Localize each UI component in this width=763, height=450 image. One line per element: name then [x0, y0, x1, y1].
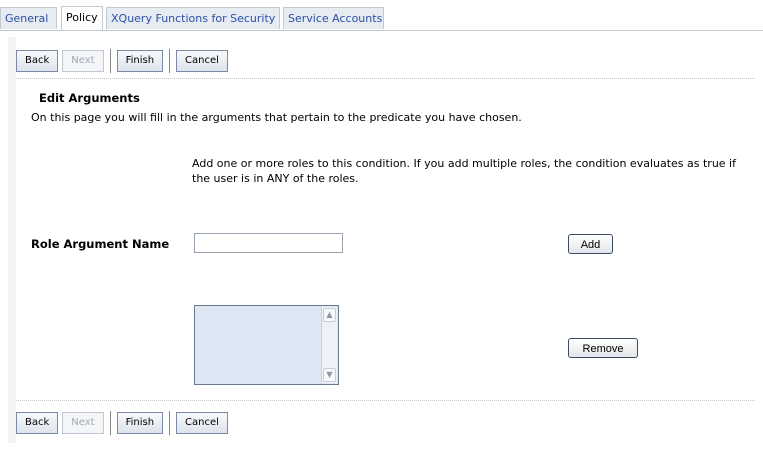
top-toolbar: Back Next Finish Cancel: [16, 48, 232, 74]
tab-xquery-functions[interactable]: XQuery Functions for Security: [106, 7, 280, 29]
tab-bar: General Policy XQuery Functions for Secu…: [0, 6, 763, 31]
tab-service-accounts[interactable]: Service Accounts: [283, 7, 384, 29]
add-button[interactable]: Add: [568, 234, 613, 254]
role-argument-label: Role Argument Name: [31, 237, 170, 251]
roles-listbox[interactable]: ▲ ▼: [194, 305, 339, 385]
intro-text: On this page you will fill in the argume…: [31, 111, 522, 124]
next-button[interactable]: Next: [62, 50, 104, 72]
finish-button-bottom[interactable]: Finish: [116, 412, 164, 434]
scroll-up-icon[interactable]: ▲: [323, 308, 336, 322]
scroll-down-icon[interactable]: ▼: [323, 368, 336, 382]
toolbar-divider: [169, 411, 171, 435]
back-button-bottom[interactable]: Back: [16, 412, 59, 434]
toolbar-divider: [109, 411, 111, 435]
divider: [16, 78, 755, 79]
toolbar-divider: [169, 49, 171, 73]
toolbar-divider: [109, 49, 111, 73]
cancel-button-bottom[interactable]: Cancel: [176, 412, 228, 434]
instructions-text: Add one or more roles to this condition.…: [192, 157, 736, 185]
finish-button[interactable]: Finish: [116, 50, 164, 72]
tab-general[interactable]: General: [0, 7, 57, 29]
back-button[interactable]: Back: [16, 50, 59, 72]
role-argument-input[interactable]: [194, 233, 343, 253]
tab-policy[interactable]: Policy: [61, 6, 103, 30]
cancel-button[interactable]: Cancel: [176, 50, 228, 72]
next-button-bottom[interactable]: Next: [62, 412, 104, 434]
divider: [16, 400, 755, 401]
listbox-scrollbar[interactable]: ▲ ▼: [321, 307, 337, 383]
remove-button[interactable]: Remove: [568, 338, 638, 358]
page-title: Edit Arguments: [39, 91, 140, 105]
bottom-toolbar: Back Next Finish Cancel: [16, 410, 232, 436]
